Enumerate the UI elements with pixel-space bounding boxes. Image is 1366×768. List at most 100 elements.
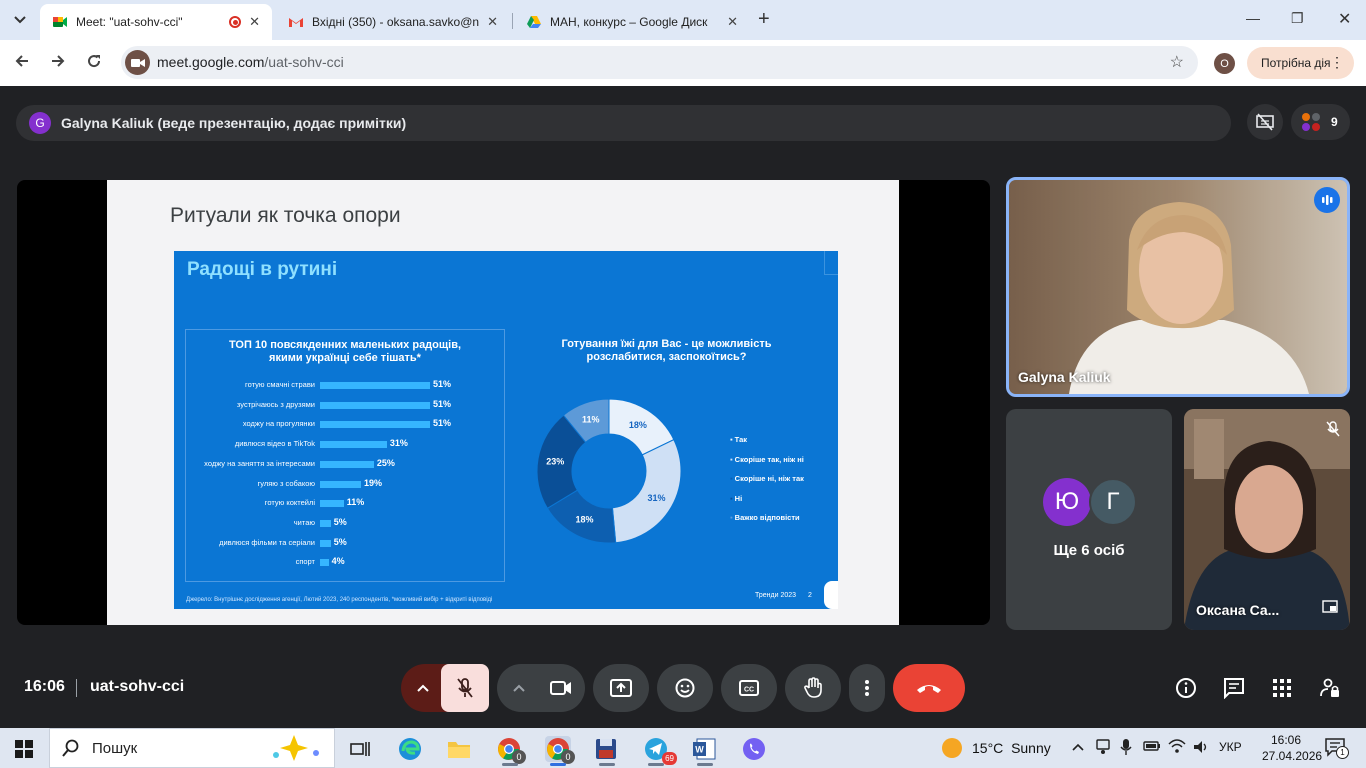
host-controls-button[interactable]: [1318, 676, 1342, 700]
more-vert-icon: ⋮: [1330, 54, 1344, 70]
meeting-details-button[interactable]: [1174, 676, 1198, 700]
tray-meet-present-icon[interactable]: [1096, 739, 1110, 758]
telegram-unread-badge: 69: [662, 752, 677, 765]
url-text: meet.google.com/uat-sohv-cci: [157, 54, 344, 70]
back-button[interactable]: [14, 53, 30, 75]
close-tab-icon[interactable]: ✕: [249, 14, 260, 30]
taskbar-search-box[interactable]: Пошук: [49, 728, 335, 768]
minimize-button[interactable]: —: [1246, 10, 1260, 26]
participant-avatar: Ю: [1043, 478, 1091, 526]
lock-person-icon: [1320, 678, 1339, 697]
close-tab-icon[interactable]: ✕: [487, 14, 498, 30]
bar-chart-title: ТОП 10 повсякденних маленьких радощів, я…: [186, 339, 504, 365]
raise-hand-button[interactable]: [785, 664, 841, 712]
show-hidden-icons-button[interactable]: [1072, 740, 1084, 754]
participant-tile-galyna[interactable]: Galyna Kaliuk: [1006, 177, 1350, 397]
donut-value-label: 18%: [575, 515, 593, 525]
legend-item: ▪ Ні: [730, 494, 742, 503]
tab-google-drive[interactable]: МАН, конкурс – Google Диск ✕: [514, 4, 750, 40]
divider: [76, 679, 77, 697]
taskbar-edge[interactable]: [397, 736, 423, 762]
tab-title: МАН, конкурс – Google Диск: [550, 15, 708, 29]
legend-item: ▪ Скоріше так, ніж ні: [730, 455, 804, 464]
presenter-avatar: G: [29, 112, 51, 134]
donut-value-label: 11%: [582, 415, 600, 425]
window-close-button[interactable]: ✕: [1338, 9, 1351, 29]
present-screen-button[interactable]: [593, 664, 649, 712]
legend-marker: ▪: [730, 435, 733, 444]
reactions-button[interactable]: [657, 664, 713, 712]
participant-tile-others[interactable]: Ю Г Ще 6 осіб: [1006, 409, 1172, 630]
tab-gmail[interactable]: Вхідні (350) - oksana.savko@nu ✕: [276, 4, 510, 40]
camera-icon: [130, 58, 145, 67]
forward-button[interactable]: [50, 53, 66, 75]
close-tab-icon[interactable]: ✕: [727, 14, 738, 30]
donut-value-label: 31%: [647, 493, 665, 503]
chat-icon: [1224, 678, 1244, 699]
bookmark-star-icon[interactable]: ☆: [1170, 52, 1184, 72]
camera-toggle-button[interactable]: [537, 664, 585, 712]
restore-button[interactable]: ❐: [1291, 10, 1304, 27]
bar-value-label: 4%: [331, 556, 345, 567]
action-required-label: Потрібна дія: [1261, 56, 1331, 70]
chat-button[interactable]: [1222, 676, 1246, 700]
taskbar-chrome-1[interactable]: 0: [496, 736, 526, 764]
chevron-up-icon: [417, 684, 429, 692]
bar-category-label: дивлюся відео в TikTok: [234, 439, 315, 449]
more-vert-icon: [865, 680, 869, 696]
bar-value-label: 5%: [333, 516, 347, 527]
taskbar-viber[interactable]: [741, 736, 767, 762]
video-options-button[interactable]: [497, 664, 541, 712]
more-options-button[interactable]: [849, 664, 885, 712]
new-tab-button[interactable]: +: [758, 9, 770, 29]
microphone-toggle-button[interactable]: [441, 664, 489, 712]
audio-options-button[interactable]: [401, 664, 445, 712]
forward-arrow-icon: [52, 55, 65, 67]
windows-logo-icon: [15, 740, 33, 758]
action-required-button[interactable]: Потрібна дія ⋮: [1247, 47, 1354, 79]
microphone-in-use-icon[interactable]: [1120, 738, 1132, 759]
picture-in-picture-icon[interactable]: [1322, 600, 1338, 618]
legend-marker: ▪: [730, 454, 733, 464]
bar-chart-box: ТОП 10 повсякденних маленьких радощів, я…: [185, 329, 505, 582]
volume-icon[interactable]: [1193, 740, 1209, 757]
task-view-icon: [350, 742, 370, 756]
weather-widget[interactable]: 15°C Sunny: [942, 738, 1051, 758]
meeting-time: 16:06: [24, 678, 65, 695]
folder-icon: [448, 742, 470, 758]
taskbar-floppy-app[interactable]: [593, 736, 619, 762]
participant-tile-oksana[interactable]: Оксана Са...: [1184, 409, 1350, 630]
legend-label: Скоріше так, ніж ні: [734, 454, 804, 464]
taskbar-chrome-2[interactable]: 0: [545, 736, 575, 764]
input-language[interactable]: УКР: [1219, 740, 1242, 754]
profile-avatar[interactable]: О: [1214, 53, 1235, 74]
bar-category-label: зустрічаюсь з друзями: [236, 399, 315, 409]
tab-meet[interactable]: Meet: "uat-sohv-cci" ✕: [40, 4, 272, 40]
captions-button[interactable]: CC: [721, 664, 777, 712]
muted-mic-icon: [1326, 421, 1340, 442]
leave-call-button[interactable]: [893, 664, 965, 712]
taskbar-file-explorer[interactable]: [446, 736, 472, 762]
battery-icon[interactable]: [1143, 740, 1161, 755]
task-view-button[interactable]: [347, 736, 373, 762]
tab-search-dropdown[interactable]: [8, 8, 32, 32]
donut-chart-title: Готування їжі для Вас - це можливість ро…: [534, 338, 799, 364]
taskbar-word[interactable]: W: [691, 736, 717, 762]
windows-taskbar: Пошук 0 0 69 W 15°C Sunny УКР 16:06 27.0…: [0, 728, 1366, 768]
slide-source-note: Джерело: Внутрішнє дослідження агенції, …: [186, 597, 493, 603]
taskbar-telegram[interactable]: 69: [643, 736, 677, 765]
participants-button[interactable]: 9: [1291, 104, 1350, 140]
brand-logo-mark: [824, 581, 838, 609]
activities-button[interactable]: [1270, 676, 1294, 700]
presentation-slide: Ритуали як точка опори Радощі в рутині Т…: [107, 180, 899, 625]
taskbar-clock[interactable]: 16:06 27.04.2026: [1262, 732, 1322, 764]
tab-separator: [512, 13, 513, 29]
start-button[interactable]: [15, 740, 33, 763]
site-info-icon[interactable]: [125, 50, 150, 75]
bar-value-label: 25%: [376, 457, 395, 468]
wifi-icon[interactable]: [1168, 738, 1186, 757]
address-bar[interactable]: meet.google.com/uat-sohv-cci ☆: [121, 46, 1198, 79]
presentation-layout-button[interactable]: [1247, 104, 1283, 140]
reload-button[interactable]: [86, 53, 102, 75]
notifications-button[interactable]: 1: [1325, 737, 1349, 760]
